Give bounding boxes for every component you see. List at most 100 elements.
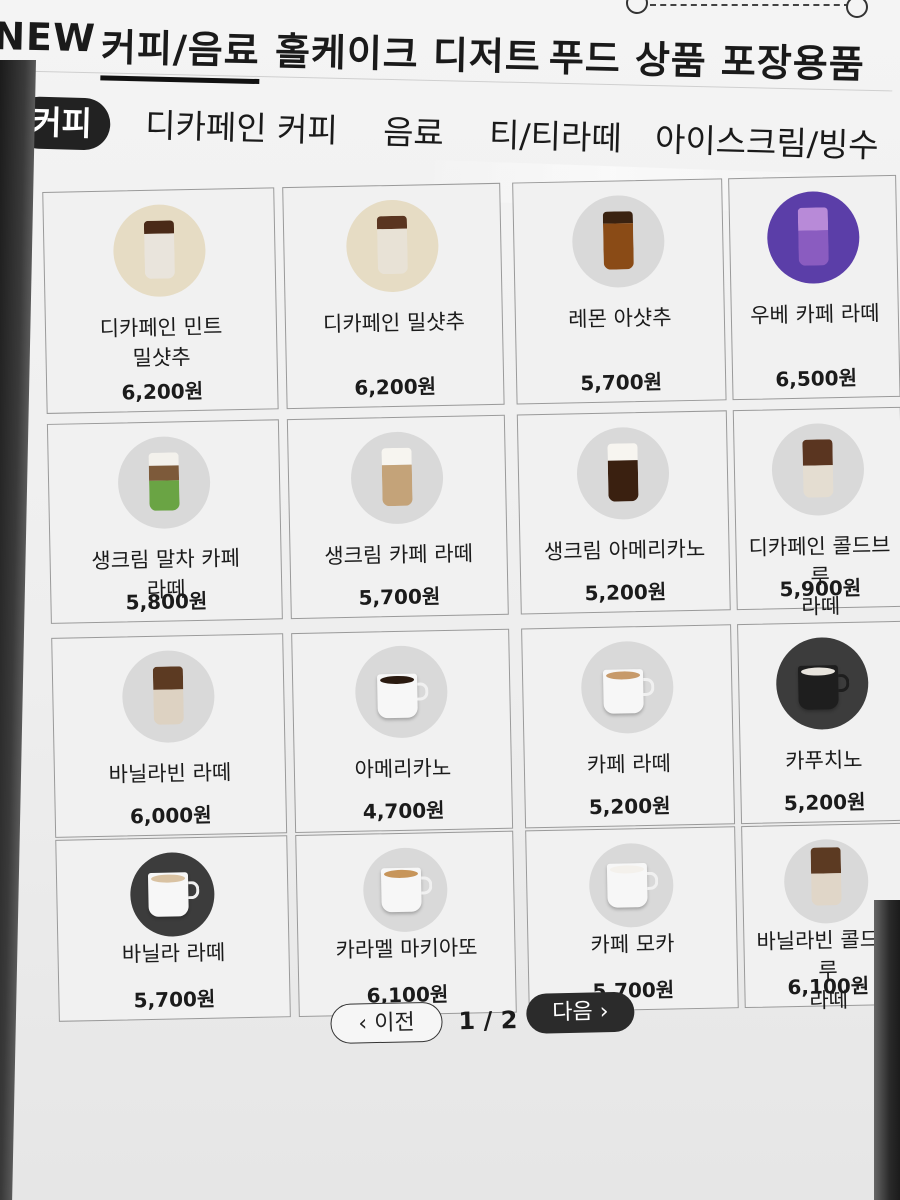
matcha-latte-icon [148,452,180,511]
product-photo [775,636,870,731]
cafe-mocha-mug-icon [606,862,648,908]
product-card[interactable]: 바닐라빈 라떼 6,000원 [51,633,288,838]
product-name-line: 바닐라빈 라떼 [108,760,232,787]
product-price: 5,200원 [783,789,866,816]
product-price: 5,900원 [779,575,862,602]
subtab-tea-latte[interactable]: 티/티라떼 [488,109,623,165]
product-price: 5,700원 [133,986,216,1013]
product-name: 카푸치노 [747,744,900,777]
product-card[interactable]: 생크림 아메리카노 5,200원 [516,410,731,615]
vanilla-latte-mug-icon [147,872,189,918]
product-card[interactable]: 레몬 아샷추 5,700원 [512,178,727,405]
product-name-line: 카라멜 마키아또 [335,935,478,963]
product-photo [350,431,444,525]
category-tab-packaging[interactable]: 포장용품 [720,31,865,89]
ring-icon [626,0,648,14]
product-card[interactable]: 생크림 카페 라떼 5,700원 [286,414,509,620]
product-photo [588,842,675,929]
product-price: 6,200원 [354,374,437,400]
pagination: ‹ 이전 1 / 2 다음 › [330,991,661,1048]
product-name-line: 바닐라 라떼 [121,940,226,967]
product-name-line: 생크림 카페 라떼 [324,541,474,569]
product-name-line: 아메리카노 [354,755,452,782]
product-card[interactable]: 바닐라 라떼 5,700원 [55,835,291,1022]
cold-brew-latte-icon [802,439,834,498]
product-name-line: 생크림 말차 카페 [91,546,241,574]
product-photo [129,851,216,938]
kiosk-bezel-right [874,900,900,1200]
category-tab-food[interactable]: 푸드 [548,27,621,84]
category-tab-new[interactable]: NEW [0,14,96,60]
product-photo [345,199,440,293]
kiosk-screen: NEW 커피/음료 홀케이크 디저트 푸드 상품 포장용품 커피 디카페인 커피… [0,0,900,1200]
prev-page-button[interactable]: ‹ 이전 [330,1001,443,1044]
vanilla-cold-brew-icon [810,847,842,906]
product-name: 바닐라 라떼 [64,936,283,970]
iced-milk-shot-icon [376,215,408,275]
product-name: 바닐라빈 라떼 [61,756,280,790]
product-name: 카라멜 마키아또 [304,932,509,966]
ring-icon [846,0,868,18]
product-name-line: 우베 카페 라떼 [749,301,880,328]
product-photo [783,838,870,925]
product-photo [112,203,207,298]
product-name-line: 밀샷추 [132,345,191,371]
product-name: 디카페인 밀샷추 [292,306,497,340]
product-price: 4,700원 [362,798,445,824]
product-photo [576,426,670,521]
product-card[interactable]: 아메리카노 4,700원 [291,628,514,834]
category-tab-whole-cake[interactable]: 홀케이크 [274,20,419,78]
category-nav: NEW 커피/음료 홀케이크 디저트 푸드 상품 포장용품 [0,4,894,104]
product-price: 5,200원 [584,579,667,606]
iced-mint-latte-icon [143,220,176,279]
product-grid: 디카페인 민트밀샷추 6,200원 디카페인 밀샷추 6,200원 레몬 아샷추 5,70… [42,163,900,1022]
product-card[interactable]: 디카페인 밀샷추 6,200원 [282,182,505,410]
product-photo [766,190,861,285]
product-card[interactable]: 우베 카페 라떼 6,500원 [728,174,900,401]
subtab-beverage[interactable]: 음료 [382,106,445,160]
product-photo [117,435,212,530]
product-card[interactable]: 디카페인 콜드브루 라떼 5,900원 [732,406,900,619]
product-photo [362,847,449,933]
product-price: 6,200원 [121,378,204,405]
product-price: 6,500원 [775,365,858,392]
product-name: 아메리카노 [301,752,506,786]
product-price: 5,200원 [588,793,671,820]
page-indicator: 1 / 2 [458,1006,518,1036]
cream-latte-icon [381,447,413,507]
product-name-line: 디카페인 밀샷추 [322,309,466,337]
product-photo [571,194,666,289]
product-name-line: 생크림 아메리카노 [543,536,706,564]
cappuccino-mug-icon [797,665,839,710]
top-dashed-line [650,4,850,6]
product-photo [354,644,449,739]
product-name-line: 디카페인 민트 [99,314,223,341]
iced-ube-latte-icon [797,207,829,266]
product-card[interactable]: 디카페인 민트밀샷추 6,200원 [42,187,279,414]
vanilla-bean-latte-icon [152,666,184,725]
product-photo [580,640,675,735]
product-price: 6,000원 [129,802,212,829]
product-card[interactable]: 생크림 말차 카페 라떼 5,800원 [46,419,283,624]
product-name: 레몬 아샷추 [522,301,719,335]
cafe-latte-mug-icon [602,669,644,714]
product-name: 카페 라떼 [531,747,728,781]
product-card[interactable]: 카라멜 마키아또 6,100원 [295,830,517,1018]
product-price: 5,700원 [580,369,663,396]
product-name-line: 레몬 아샷추 [568,305,672,332]
product-photo [771,422,865,517]
category-tab-goods[interactable]: 상품 [634,29,707,86]
subtab-decaf-coffee[interactable]: 디카페인 커피 [144,100,339,157]
next-page-button[interactable]: 다음 › [525,991,635,1034]
cream-americano-icon [607,443,639,502]
iced-lemon-tea-icon [602,211,634,270]
product-name-line: 카푸치노 [784,747,863,774]
caramel-macchiato-mug-icon [380,867,422,913]
product-name-line: 카페 라떼 [586,751,672,778]
product-card[interactable]: 카페 라떼 5,200원 [521,624,736,829]
product-name-line: 카페 모카 [590,931,675,958]
product-card[interactable]: 카푸치노 5,200원 [737,620,900,825]
americano-mug-icon [376,673,418,719]
product-card[interactable]: 카페 모카 5,700원 [525,826,739,1013]
category-tab-dessert[interactable]: 디저트 [432,24,541,81]
